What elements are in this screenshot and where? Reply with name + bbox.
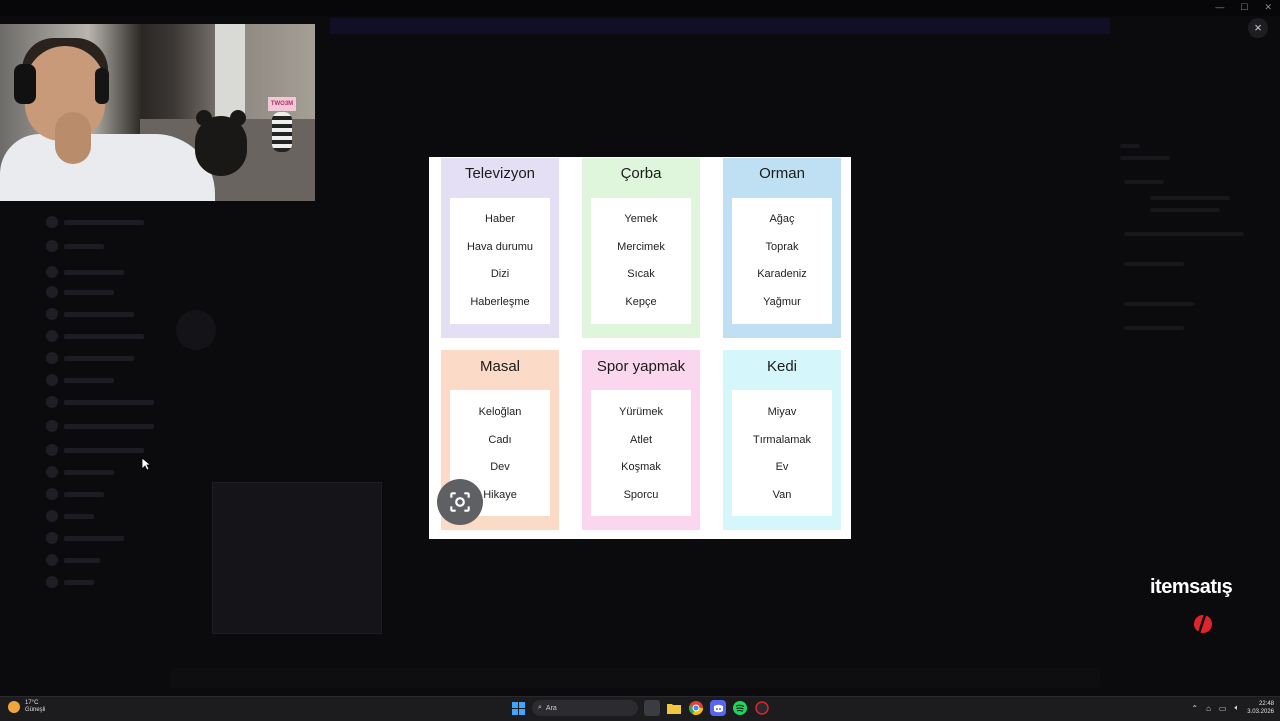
window-titlebar: — ☐ ✕ (0, 0, 1280, 16)
card-word: Ev (775, 461, 789, 473)
dm-sidebar (0, 200, 165, 670)
card-word: Mercimek (617, 240, 665, 253)
volume-icon[interactable]: 🔈︎ (1234, 703, 1239, 713)
image-thumbnail[interactable] (212, 482, 382, 634)
dm-item[interactable] (46, 240, 104, 252)
word-card: Kedi Miyav Tırmalamak Ev Van (723, 350, 841, 530)
dm-item[interactable] (46, 266, 124, 278)
dm-item[interactable] (46, 466, 114, 478)
message-input[interactable] (170, 668, 1100, 688)
word-card: Orman Ağaç Toprak Karadeniz Yağmur (723, 158, 841, 338)
word-card: Televizyon Haber Hava durumu Dizi Haberleşme (441, 158, 559, 338)
spotify-icon[interactable] (732, 700, 748, 716)
teddy-bear (195, 116, 247, 176)
card-title: Çorba (620, 165, 662, 182)
card-word: Cadı (488, 433, 512, 446)
card-word: Van (772, 488, 792, 501)
clock[interactable]: 22:48 3.03.2026 (1247, 700, 1274, 716)
dm-item[interactable] (46, 554, 100, 566)
brand-mark-icon (1194, 614, 1212, 634)
card-word: Koşmak (621, 461, 661, 473)
chevron-up-icon[interactable]: ⌃ (1191, 704, 1198, 713)
dm-item[interactable] (46, 532, 124, 544)
card-word: Tırmalamak (752, 433, 812, 446)
card-word: Yürümek (618, 406, 664, 418)
maximize-icon[interactable]: ☐ (1240, 2, 1248, 13)
profile-panel (1110, 60, 1270, 360)
notice-banner (330, 18, 1110, 34)
system-tray: ⌃ ⌂ ▭ 🔈︎ 22:48 3.03.2026 (1191, 700, 1274, 716)
windows-start-icon[interactable] (510, 700, 526, 716)
card-word: Atlet (629, 433, 652, 446)
dm-item[interactable] (46, 216, 144, 228)
window-close-icon[interactable]: ✕ (1264, 2, 1272, 13)
dm-item[interactable] (46, 396, 154, 408)
dm-item[interactable] (46, 352, 134, 364)
dm-item[interactable] (46, 286, 114, 298)
webcam-sign: TWO3M (268, 97, 296, 111)
card-word: Sıcak (627, 268, 655, 280)
card-word: Dizi (490, 268, 510, 280)
card-word: Haberleşme (470, 295, 530, 308)
search-icon: ⌕ (538, 704, 542, 711)
mouse-cursor-icon (141, 457, 151, 471)
window-controls: — ☐ ✕ (1215, 2, 1272, 13)
clock-time: 22:48 (1258, 701, 1274, 707)
card-word: Sporcu (623, 488, 659, 501)
app-icon[interactable] (754, 700, 770, 716)
card-title: Kedi (766, 358, 798, 375)
card-word: Yemek (624, 213, 658, 225)
card-word: Kepçe (625, 295, 657, 308)
weather-widget[interactable]: 17°C Güneşli (8, 700, 45, 714)
lens-icon (450, 492, 470, 512)
card-title: Televizyon (464, 165, 536, 182)
display-icon[interactable]: ▭ (1219, 704, 1227, 713)
weather-desc: Güneşli (25, 707, 46, 713)
search-placeholder: Ara (545, 704, 557, 712)
discord-icon[interactable] (710, 700, 726, 716)
profile-avatar (176, 310, 216, 350)
dm-item[interactable] (46, 576, 94, 588)
dm-item[interactable] (46, 420, 154, 432)
dm-item[interactable] (46, 308, 134, 320)
card-word: Yağmur (763, 295, 801, 308)
card-word: Ağaç (769, 213, 795, 225)
image-viewer: Televizyon Haber Hava durumu Dizi Haberleşme… (429, 157, 851, 539)
card-title: Spor yapmak (596, 358, 686, 375)
close-overlay-button[interactable]: × (1248, 18, 1268, 38)
clock-date: 3.03.2026 (1247, 709, 1274, 715)
network-icon[interactable]: ⌂ (1206, 704, 1211, 713)
dm-item[interactable] (46, 374, 114, 386)
chrome-icon[interactable] (688, 700, 704, 716)
webcam-overlay: TWO3M (0, 24, 315, 201)
card-word: Hava durumu (466, 240, 534, 253)
file-explorer-icon[interactable] (666, 700, 682, 716)
card-word: Karadeniz (757, 268, 807, 280)
brand-logo: itemsatış (1150, 576, 1233, 598)
card-word: Miyav (767, 406, 797, 418)
card-title: Orman (759, 165, 805, 182)
card-title: Masal (479, 358, 520, 375)
dm-item[interactable] (46, 444, 144, 456)
taskbar: 17°C Güneşli ⌕ Ara ⌃ ⌂ ▭ 🔈︎ 22:48 3.03.2… (0, 696, 1280, 721)
word-card: Çorba Yemek Mercimek Sıcak Kepçe (582, 158, 700, 338)
taskbar-search[interactable]: ⌕ Ara (532, 700, 638, 716)
card-word: Toprak (765, 240, 799, 253)
taskbar-apps: ⌕ Ara (510, 700, 770, 716)
card-word: Dev (490, 461, 510, 473)
dm-item[interactable] (46, 510, 94, 522)
dm-item[interactable] (46, 488, 104, 500)
task-view-icon[interactable] (644, 700, 660, 716)
dm-item[interactable] (46, 330, 144, 342)
weather-temp: 17°C (25, 700, 39, 706)
visual-search-button[interactable] (437, 479, 483, 525)
minimize-icon[interactable]: — (1215, 2, 1224, 13)
word-card: Spor yapmak Yürümek Atlet Koşmak Sporcu (582, 350, 700, 530)
sun-icon (8, 701, 20, 713)
card-word: Haber (485, 213, 515, 225)
card-word: Keloğlan (478, 406, 522, 418)
